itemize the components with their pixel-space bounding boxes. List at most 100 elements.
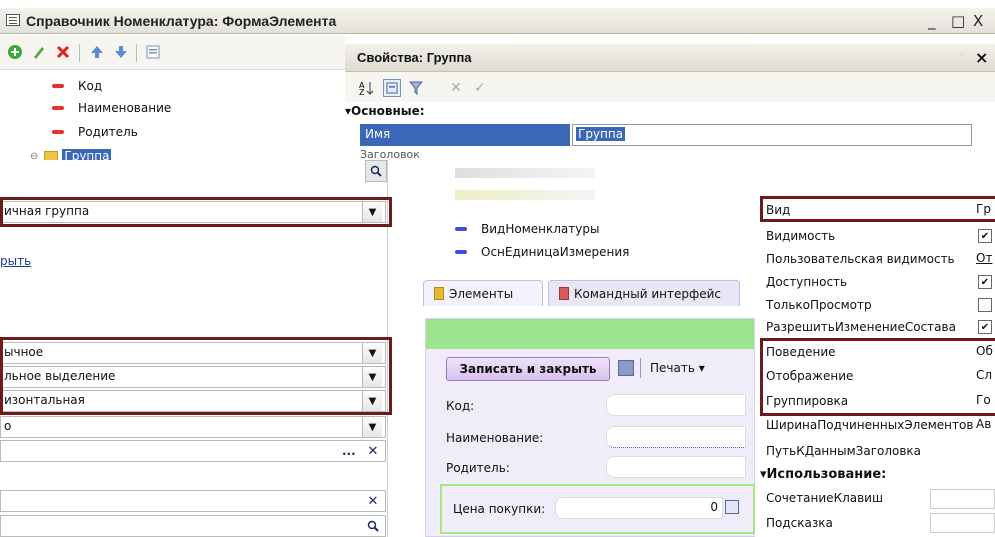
save-and-close-button[interactable]: Записать и закрыть bbox=[446, 357, 610, 381]
prop-row[interactable]: Поведение bbox=[766, 341, 836, 363]
move-up-icon[interactable] bbox=[88, 43, 106, 61]
checkbox[interactable]: ✔ bbox=[978, 275, 992, 289]
tree-item-code[interactable]: Код bbox=[52, 76, 102, 96]
delete-icon[interactable] bbox=[54, 43, 72, 61]
tree-item-label: Код bbox=[78, 79, 103, 93]
grouping-value: изонтальная bbox=[4, 393, 85, 407]
field-label-parent: Родитель: bbox=[446, 461, 510, 475]
prop-label: Доступность bbox=[766, 275, 848, 289]
filter-icon[interactable] bbox=[407, 79, 425, 97]
search-icon[interactable] bbox=[365, 160, 387, 182]
price-input[interactable]: 0 bbox=[555, 497, 723, 519]
close-button[interactable]: X bbox=[973, 12, 983, 30]
prop-label: Отображение bbox=[766, 369, 854, 383]
prop-row-shortcut[interactable]: СочетаниеКлавиш bbox=[766, 487, 883, 509]
chevron-down-icon[interactable]: ▼ bbox=[362, 367, 382, 387]
prop-row[interactable]: Пользовательская видимость bbox=[766, 248, 955, 270]
maximize-button[interactable]: □ bbox=[951, 12, 965, 30]
sort-icon[interactable]: AZ bbox=[357, 79, 375, 97]
parent-input[interactable] bbox=[606, 456, 746, 478]
print-menu-button[interactable]: Печать ▾ bbox=[650, 361, 705, 375]
prop-label: ШиринаПодчиненныхЭлементов bbox=[766, 418, 974, 432]
tab-command-interface[interactable]: Командный интерфейс bbox=[548, 280, 740, 306]
prop-value[interactable]: Ав bbox=[976, 417, 991, 437]
clear-icon[interactable]: ✕ bbox=[364, 441, 382, 461]
prop-row[interactable]: Видимость bbox=[766, 225, 835, 247]
tree-item-label: Наименование bbox=[78, 101, 172, 115]
name-input[interactable] bbox=[606, 426, 746, 448]
shortcut-field[interactable] bbox=[0, 490, 386, 512]
move-down-icon[interactable] bbox=[112, 43, 130, 61]
prop-value[interactable]: Го bbox=[976, 393, 991, 413]
width-value: о bbox=[4, 419, 12, 433]
checkbox[interactable]: ✔ bbox=[978, 229, 992, 243]
checkbox[interactable]: ✔ bbox=[978, 320, 992, 334]
prop-label: ТолькоПросмотр bbox=[766, 298, 872, 312]
save-icon[interactable] bbox=[618, 360, 634, 376]
group-type-value: ичная группа bbox=[4, 204, 90, 218]
tree-item-label: Родитель bbox=[78, 125, 138, 139]
behavior-field[interactable]: ычное bbox=[0, 342, 386, 364]
section-label: Использование: bbox=[766, 467, 887, 482]
field-label-name: Наименование: bbox=[446, 431, 544, 445]
group-type-field[interactable]: ичная группа bbox=[0, 201, 386, 223]
apply-icon[interactable]: ✓ bbox=[471, 79, 489, 97]
prop-row[interactable]: ПутьКДаннымЗаголовка bbox=[766, 440, 921, 462]
section-basic[interactable]: ▾Основные: bbox=[345, 104, 995, 122]
prop-label: РазрешитьИзменениеСостава bbox=[766, 320, 956, 334]
properties-close-button[interactable]: × bbox=[975, 48, 988, 67]
chevron-down-icon[interactable]: ▼ bbox=[362, 202, 382, 222]
grouping-field[interactable]: изонтальная bbox=[0, 390, 386, 412]
code-input[interactable] bbox=[606, 394, 746, 416]
display-field[interactable]: льное выделение bbox=[0, 366, 386, 388]
commands-icon bbox=[559, 287, 569, 300]
prop-name-input[interactable]: Группа bbox=[572, 124, 972, 146]
calculator-icon[interactable] bbox=[725, 500, 739, 514]
prop-name-label: Имя bbox=[360, 124, 570, 146]
prop-row[interactable]: ТолькоПросмотр bbox=[766, 294, 872, 316]
window-title-bar: Справочник Номенклатура: ФормаЭлемента _… bbox=[0, 8, 995, 34]
prop-value[interactable]: Гр bbox=[976, 202, 991, 222]
prop-value[interactable]: Об bbox=[976, 344, 993, 364]
prop-row[interactable]: Группировка bbox=[766, 390, 848, 412]
field-label-code: Код: bbox=[446, 399, 475, 413]
pin-icon[interactable]: ◦ bbox=[959, 51, 965, 62]
add-icon[interactable] bbox=[6, 43, 24, 61]
tree-item-parent[interactable]: Родитель bbox=[52, 122, 138, 142]
prop-row-tooltip[interactable]: Подсказка bbox=[766, 512, 833, 534]
tooltip-input[interactable] bbox=[930, 513, 995, 533]
edit-icon[interactable] bbox=[30, 43, 48, 61]
prop-row[interactable]: ШиринаПодчиненныхЭлементов bbox=[766, 414, 973, 436]
tab-elements[interactable]: Элементы bbox=[423, 280, 543, 306]
prop-row[interactable]: Отображение bbox=[766, 365, 853, 387]
prop-row[interactable]: Вид bbox=[766, 199, 790, 221]
chevron-down-icon[interactable]: ▼ bbox=[362, 343, 382, 363]
search-icon[interactable] bbox=[364, 516, 382, 536]
clear-icon[interactable]: ✕ bbox=[447, 79, 465, 97]
select-button[interactable]: ... bbox=[342, 444, 356, 458]
prop-row[interactable]: Доступность bbox=[766, 271, 847, 293]
chevron-down-icon[interactable]: ▼ bbox=[362, 417, 382, 437]
minimize-button[interactable]: _ bbox=[928, 12, 936, 30]
prop-row[interactable]: РазрешитьИзменениеСостава bbox=[766, 316, 956, 338]
prop-value[interactable]: От bbox=[976, 251, 992, 271]
svg-text:Z: Z bbox=[359, 88, 365, 96]
tree-item-kind[interactable]: ВидНоменклатуры bbox=[455, 219, 599, 239]
shortcut-input[interactable] bbox=[930, 489, 995, 509]
price-value: 0 bbox=[710, 500, 718, 514]
tooltip-field[interactable] bbox=[0, 515, 386, 537]
open-link[interactable]: рыть bbox=[0, 254, 31, 268]
prop-value[interactable]: Сл bbox=[976, 368, 992, 388]
form-toolbar bbox=[0, 36, 345, 70]
categories-icon[interactable] bbox=[383, 79, 401, 97]
prop-label: Пользовательская видимость bbox=[766, 252, 955, 266]
section-usage[interactable]: ▾Использование: bbox=[760, 467, 886, 482]
clear-icon[interactable]: ✕ bbox=[364, 491, 382, 511]
chevron-down-icon[interactable]: ▼ bbox=[362, 391, 382, 411]
title-path-field[interactable] bbox=[0, 440, 386, 462]
width-field[interactable]: о bbox=[0, 416, 386, 438]
tree-item-name[interactable]: Наименование bbox=[52, 98, 171, 118]
properties-icon[interactable] bbox=[144, 43, 162, 61]
checkbox[interactable] bbox=[978, 298, 992, 312]
tree-item-unit[interactable]: ОснЕдиницаИзмерения bbox=[455, 242, 629, 262]
